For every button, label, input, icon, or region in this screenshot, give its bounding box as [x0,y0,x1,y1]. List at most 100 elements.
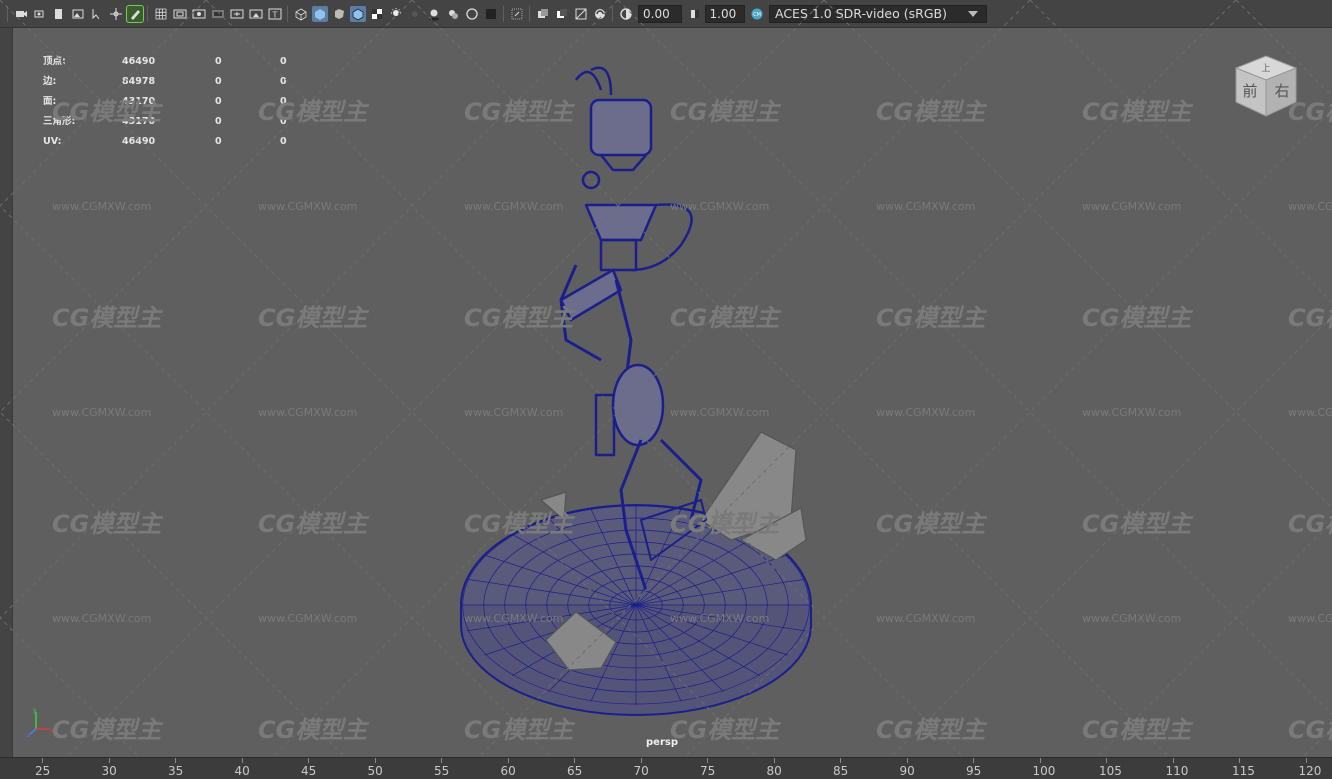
ruler-tick [1305,758,1307,763]
select-camera-button[interactable] [89,6,105,22]
textured-button[interactable] [369,6,385,22]
screen-space-ao-button[interactable] [426,6,442,22]
image-plane-button[interactable] [70,6,86,22]
ruler-label: 50 [367,764,383,778]
ruler-tick [1239,758,1240,763]
resolution-gate-button[interactable] [191,6,207,22]
poly-count-hud: 顶点: 46490 0 0 边: 84978 0 0 面: 43170 0 0 三角形: 43170 0 0 U… [43,52,303,152]
ruler-label: 70 [633,764,649,778]
camera-attributes-icon [34,10,43,17]
ruler-label: 45 [301,764,317,778]
view-cube[interactable]: 上 前 右 [1230,50,1302,120]
toolbar-separator [612,5,613,22]
gamma-button[interactable] [687,6,703,22]
grease-pencil-icon [130,9,140,20]
hud-value-object: 43170 [122,96,156,107]
ruler-tick [707,758,708,763]
svg-text:T: T [271,10,277,19]
xray-button[interactable] [535,6,551,22]
shadows-button[interactable] [407,6,423,22]
xray-joints-button[interactable] [573,6,589,22]
exposure-button[interactable] [618,6,634,22]
toolbar-separator [7,5,8,22]
hud-value-component: 0 [280,96,287,107]
resolution-gate-icon [192,9,205,18]
use-all-lights-button[interactable] [388,6,404,22]
hud-label: 面: [43,96,57,107]
robot-antenna [575,66,613,96]
hud-label: UV: [43,136,62,147]
robot-thigh-upper [614,279,633,381]
select-camera-icon [92,8,99,19]
gamma-field[interactable]: 1.00 [704,4,745,23]
robot-waist [599,238,638,272]
wireframe-button[interactable] [293,6,309,22]
exposure-field[interactable]: 0.00 [638,4,682,23]
film-gate-button[interactable] [172,6,188,22]
hud-value-component: 0 [280,76,287,87]
xray-icon [537,8,548,18]
default-material-button[interactable] [331,6,347,22]
ruler-tick [175,758,176,763]
ruler-label: 110 [1165,764,1189,778]
viewport-toolbar: T 0.00 1.00 CM ACES 1.0 SDR-video (sRGB) [0,0,1332,28]
ruler-tick [640,758,642,763]
ruler-tick [1172,758,1174,763]
ruler-tick [1106,758,1107,763]
grid-button[interactable] [153,6,169,22]
safe-title-button[interactable]: T [267,6,283,22]
depth-of-field-button[interactable] [483,6,499,22]
smooth-shade-button[interactable] [311,5,328,22]
viewport-panel[interactable]: 顶点: 46490 0 0 边: 84978 0 0 面: 43170 0 0 三角形: 43170 0 0 U… [12,28,1332,757]
view-transform-dropdown[interactable]: ACES 1.0 SDR-video (sRGB) [769,4,987,23]
gate-mask-icon [211,9,224,18]
ruler-label: 25 [35,764,51,778]
gate-mask-button[interactable] [210,6,226,22]
motion-blur-button[interactable] [445,6,461,22]
xray-active-button[interactable] [554,6,570,22]
hud-value-object: 84978 [122,76,156,87]
camera-button[interactable] [13,6,29,22]
isolate-select-button[interactable] [509,6,525,22]
view-cube-top-label: 上 [1261,63,1270,74]
ruler-tick [308,758,309,763]
field-chart-button[interactable] [229,6,245,22]
ruler-tick [241,758,243,763]
axis-gizmo: y x z [27,707,54,737]
safe-action-icon [249,9,262,18]
bookmark-button[interactable] [51,6,67,22]
multisample-aa-button[interactable] [464,6,480,22]
hud-value-selected: 0 [215,136,222,147]
hud-label: 边: [43,76,57,87]
ruler-label: 55 [434,764,450,778]
xray-joints-icon [575,8,586,19]
view-cube-front-label: 前 [1242,82,1257,100]
color-management-button[interactable]: CM [749,6,765,22]
wireframe-icon [295,8,306,20]
grease-pencil-button[interactable] [125,4,144,23]
ruler-label: 100 [1032,764,1056,778]
screen-space-ao-icon [428,9,439,20]
wireframe-on-shaded-icon [352,8,363,20]
ruler-label: 75 [700,764,716,778]
exposure-icon [619,7,632,20]
bookmark-icon [54,8,62,19]
safe-action-button[interactable] [248,6,264,22]
ruler-label: 90 [899,764,915,778]
backface-culling-button[interactable] [592,6,608,22]
wireframe-on-shaded-button[interactable] [349,5,366,22]
time-slider[interactable]: 25 30 35 40 45 50 55 60 65 70 75 80 85 90 95 100 105 110 1… [0,757,1332,779]
view-cube-right-label: 右 [1274,82,1289,100]
ruler-label: 40 [234,764,250,778]
toolbar-separator [287,5,288,22]
camera-icon [15,10,27,17]
grid-icon [155,8,166,19]
camera-attributes-button[interactable] [32,6,48,22]
2d-pan-icon [109,7,122,20]
hud-row: 边: 84978 0 0 [43,72,303,92]
svg-text:CM: CM [753,12,761,18]
multisample-aa-icon [465,7,478,20]
2d-pan-button[interactable] [108,6,124,22]
ruler-label: 60 [500,764,516,778]
ruler-label: 105 [1099,764,1122,778]
